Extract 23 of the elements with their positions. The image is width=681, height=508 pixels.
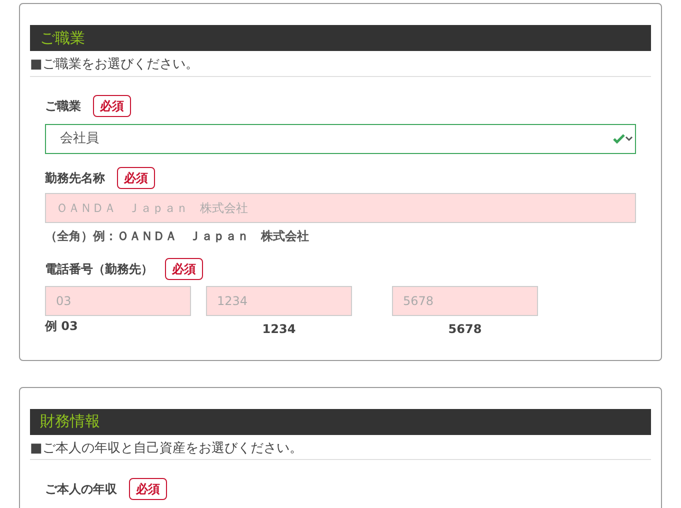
field-label: ご本人の年収 [45,481,117,498]
check-icon [613,134,625,144]
phone-field[interactable]: 1234 [206,286,352,316]
occupation-select[interactable]: 会社員 [45,124,636,154]
required-badge: 必須 [165,258,203,280]
phone-field[interactable]: 5678 [392,286,538,316]
example-note: （全角）例：ＯＡＮＤＡ Ｊａｐａｎ 株式会社 [45,228,310,244]
phone-field[interactable]: 03 [45,286,191,316]
required-badge: 必須 [117,166,155,188]
field-label: ご職業 [45,98,81,114]
required-badge: 必須 [93,94,131,116]
example-hint: 5678 [448,320,482,338]
section-intro: ■ご本人の年収と自己資産をお選びください。 [30,434,651,460]
company-name-field[interactable]: ＯＡＮＤＡ Ｊａｐａｎ 株式会社 [45,192,636,222]
section-intro: ■ご職業をお選びください。 [30,51,651,76]
field-label: 電話番号（勤務先） [45,260,153,278]
example-hint: 1234 [262,320,296,338]
field-label: 勤務先名称 [45,170,105,186]
chevron-down-icon [625,136,633,142]
section-header: 財務情報 [30,408,651,434]
required-badge: 必須 [129,478,167,500]
example-hint: 例 03 [45,318,78,334]
section-header: ご職業 [30,25,651,51]
